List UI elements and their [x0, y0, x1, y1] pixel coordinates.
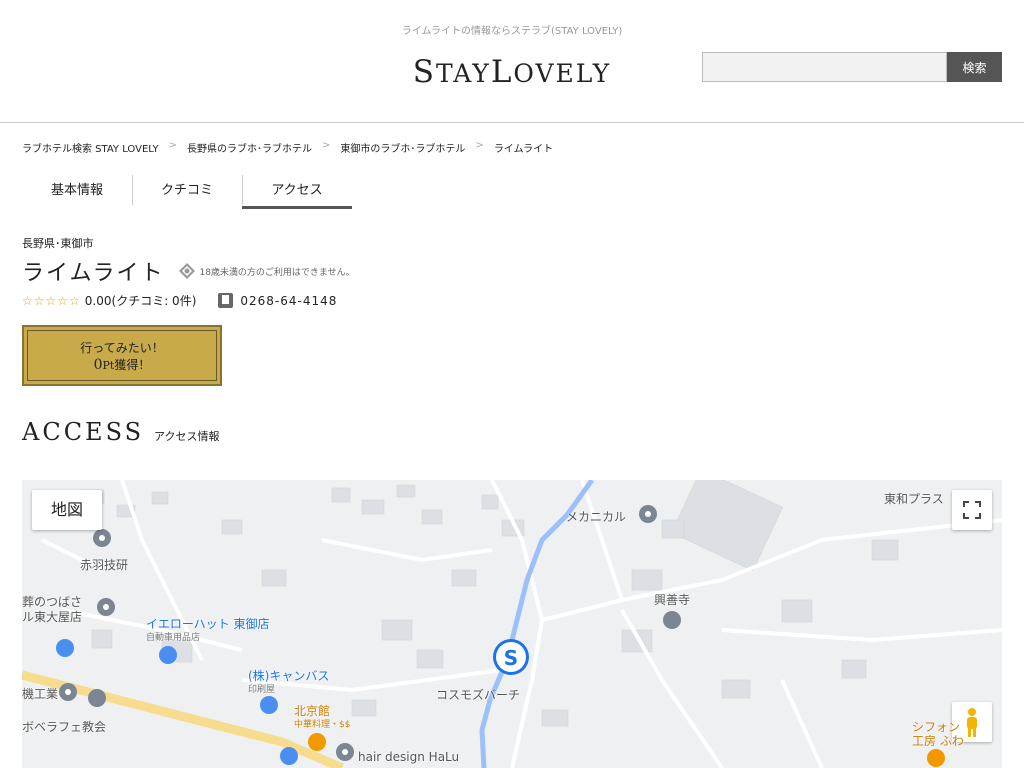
phone-number[interactable]: 0268-64-4148	[240, 294, 337, 308]
map-label-cosmos[interactable]: コスモズバーチ	[436, 686, 520, 703]
phone-info: 0268-64-4148	[218, 293, 337, 308]
review-count[interactable]: (クチコミ: 0件)	[112, 292, 197, 309]
breadcrumb: ラブホテル検索 STAY LOVELY > 長野県のラブホ･ラブホテル > 東御…	[22, 140, 553, 155]
breadcrumb-item-current: ライムライト	[493, 144, 554, 155]
phone-icon	[218, 293, 234, 308]
want-to-go-points: 0Pt獲得！	[93, 357, 151, 373]
google-map[interactable]: S 地図 赤羽技研 葬のつばさ ル東大屋店 イエローハット 東御店 自動車用品店…	[22, 480, 1002, 768]
search-input[interactable]	[702, 52, 947, 82]
map-label-towa[interactable]: 東和プラス	[884, 490, 944, 507]
breadcrumb-separator: >	[475, 140, 484, 151]
rating-stars: ☆☆☆☆☆	[22, 293, 81, 308]
rating-score: 0.00	[84, 293, 112, 308]
breadcrumb-item-city[interactable]: 東御市のラブホ･ラブホテル	[340, 140, 465, 155]
want-to-go-button[interactable]: 行ってみたい！ 0Pt獲得！	[22, 325, 222, 386]
map-label-chiffon2[interactable]: 工房 ふわ	[912, 732, 964, 749]
fullscreen-icon[interactable]	[952, 490, 992, 530]
map-label-akabane[interactable]: 赤羽技研	[80, 556, 128, 573]
hotel-title-row: ライムライト 18歳未満の方のご利用はできません。	[22, 255, 355, 287]
map-label-canvas-sub: 印刷屋	[248, 685, 276, 695]
age-restriction-icon	[179, 263, 196, 279]
age-restriction: 18歳未満の方のご利用はできません。	[178, 262, 355, 280]
search-form: 検索	[702, 52, 1002, 82]
map-label-kozenji[interactable]: 興善寺	[654, 591, 690, 608]
map-label-pekinkan-sub: 中華料理・$$	[294, 720, 351, 730]
map-label-kogyo[interactable]: 機工業	[22, 685, 58, 702]
tab-access[interactable]: アクセス	[242, 173, 352, 209]
map-label-church[interactable]: ボベラフェ教会	[22, 718, 106, 735]
map-type-button[interactable]: 地図	[32, 490, 102, 530]
age-restriction-text: 18歳未満の方のご利用はできません。	[199, 267, 355, 278]
hotel-tabs: 基本情報 クチコミ アクセス	[22, 173, 352, 209]
tab-reviews[interactable]: クチコミ	[132, 173, 242, 209]
site-header: ライムライトの情報ならステラブ(STAY LOVELY) STAYLOVELY …	[0, 0, 1024, 123]
map-label-hair[interactable]: hair design HaLu	[358, 750, 459, 764]
want-to-go-label: 行ってみたい！	[80, 341, 164, 355]
map-label-funeral2[interactable]: ル東大屋店	[22, 608, 82, 625]
breadcrumb-item-prefecture[interactable]: 長野県のラブホ･ラブホテル	[187, 140, 312, 155]
search-button[interactable]: 検索	[947, 52, 1002, 82]
access-title-jp: アクセス情報	[154, 430, 220, 443]
breadcrumb-item-home[interactable]: ラブホテル検索 STAY LOVELY	[22, 140, 159, 155]
hotel-name: ライムライト	[22, 261, 165, 286]
tab-basic-info[interactable]: 基本情報	[22, 173, 132, 209]
map-label-mechanic[interactable]: メカニカル	[566, 508, 626, 525]
rating-row: ☆☆☆☆☆ 0.00 (クチコミ: 0件) 0268-64-4148	[22, 292, 337, 309]
site-tagline: ライムライトの情報ならステラブ(STAY LOVELY)	[401, 26, 623, 37]
map-label-yellowhat-sub: 自動車用品店	[146, 633, 201, 643]
fullscreen-glyph	[963, 501, 981, 519]
breadcrumb-separator: >	[322, 140, 331, 151]
hotel-location: 長野県･東御市	[22, 237, 94, 250]
access-title-en: ACCESS	[22, 418, 145, 446]
svg-text:S: S	[504, 646, 518, 670]
access-heading: ACCESS アクセス情報	[22, 418, 220, 446]
breadcrumb-separator: >	[168, 140, 178, 151]
